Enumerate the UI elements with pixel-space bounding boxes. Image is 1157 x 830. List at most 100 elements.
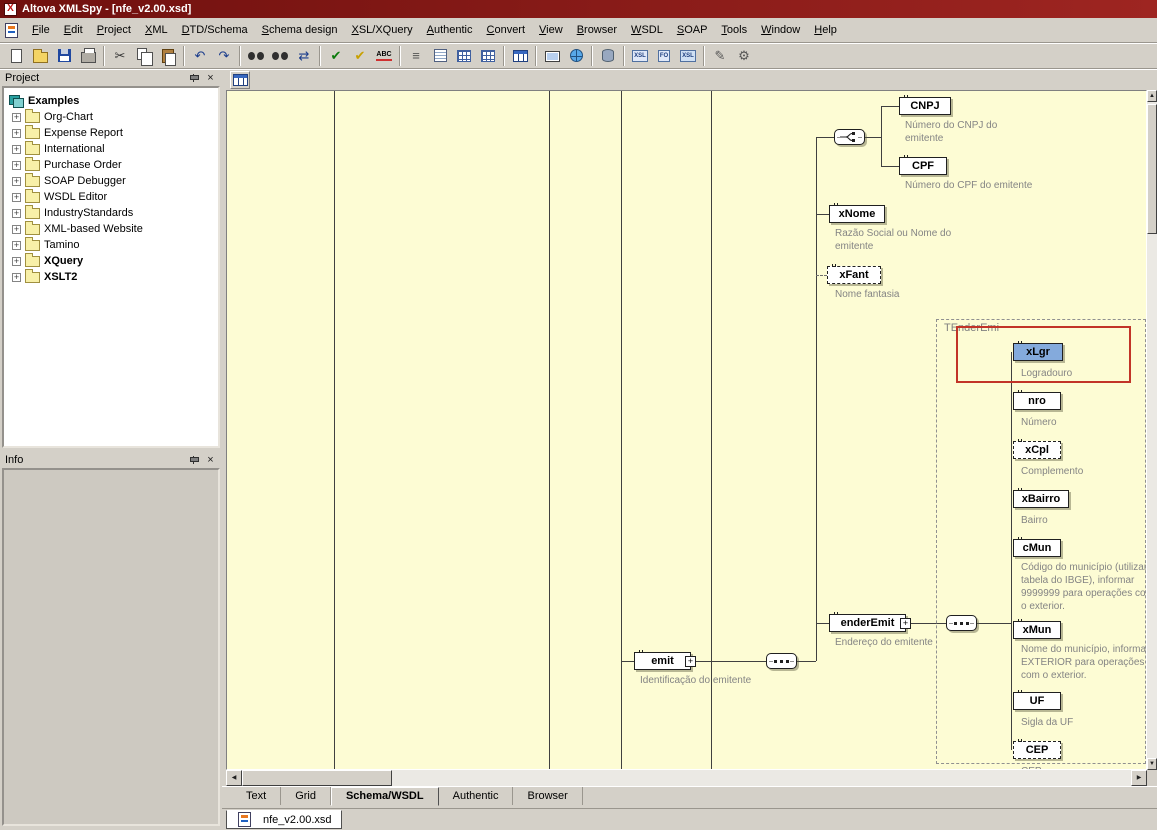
pin-icon[interactable] — [187, 454, 200, 467]
validate-icon[interactable]: ✔ — [348, 45, 372, 67]
tree-item-international[interactable]: +International — [4, 141, 218, 157]
sequence-compositor-icon[interactable] — [766, 653, 797, 669]
horizontal-scrollbar[interactable]: ◀ ▶ — [226, 770, 1147, 786]
view-tab-text[interactable]: Text — [232, 787, 281, 805]
cut-icon[interactable]: ✂ — [108, 45, 132, 67]
menu-window[interactable]: Window — [754, 21, 807, 39]
menu-help[interactable]: Help — [807, 21, 844, 39]
schema-element-xfant[interactable]: xFant — [827, 266, 881, 284]
menu-edit[interactable]: Edit — [57, 21, 90, 39]
open-file-icon[interactable] — [28, 45, 52, 67]
menu-convert[interactable]: Convert — [480, 21, 533, 39]
expand-plus-icon[interactable]: + — [12, 177, 21, 186]
schema-element-cnpj[interactable]: CNPJ — [899, 97, 951, 115]
authentic-view-icon[interactable] — [540, 45, 564, 67]
redo-icon[interactable]: ↷ — [212, 45, 236, 67]
menu-browser[interactable]: Browser — [570, 21, 624, 39]
menu-file[interactable]: File — [25, 21, 57, 39]
print-icon[interactable] — [76, 45, 100, 67]
expand-plus-icon[interactable]: + — [12, 145, 21, 154]
paste-icon[interactable] — [156, 45, 180, 67]
expand-plus-icon[interactable]: + — [12, 209, 21, 218]
choice-compositor-icon[interactable] — [834, 129, 865, 145]
tree-item-xquery[interactable]: +XQuery — [4, 253, 218, 269]
expand-plus-icon[interactable]: + — [12, 113, 21, 122]
menu-authentic[interactable]: Authentic — [420, 21, 480, 39]
schema-element-cmun[interactable]: cMun — [1013, 539, 1061, 557]
document-icon[interactable] — [5, 23, 18, 38]
assign-xsl-icon[interactable]: XSL — [676, 45, 700, 67]
tree-item-tamino[interactable]: +Tamino — [4, 237, 218, 253]
menu-xsl-xquery[interactable]: XSL/XQuery — [344, 21, 419, 39]
title-bar[interactable]: X Altova XMLSpy - [nfe_v2.00.xsd] — [0, 0, 1157, 18]
find-next-icon[interactable] — [268, 45, 292, 67]
expand-plus-icon[interactable]: + — [12, 161, 21, 170]
replace-icon[interactable]: ⇄ — [292, 45, 316, 67]
enhanced-grid-icon[interactable] — [476, 45, 500, 67]
document-tab-nfe-v2-00-xsd[interactable]: nfe_v2.00.xsd — [226, 810, 342, 829]
save-file-icon[interactable] — [52, 45, 76, 67]
menu-tools[interactable]: Tools — [714, 21, 754, 39]
close-icon[interactable]: × — [204, 72, 217, 85]
expand-plus-icon[interactable]: + — [12, 257, 21, 266]
schema-element-xcpl[interactable]: xCpl — [1013, 441, 1061, 459]
close-icon[interactable]: × — [204, 454, 217, 467]
spelling-icon[interactable]: ABC — [372, 45, 396, 67]
text-view-icon[interactable] — [428, 45, 452, 67]
expand-plus-icon[interactable]: + — [12, 129, 21, 138]
view-tab-schema-wsdl[interactable]: Schema/WSDL — [331, 787, 439, 806]
schema-element-uf[interactable]: UF — [1013, 692, 1061, 710]
menu-wsdl[interactable]: WSDL — [624, 21, 670, 39]
menu-view[interactable]: View — [532, 21, 570, 39]
schema-element-xmun[interactable]: xMun — [1013, 621, 1061, 639]
schema-element-cep[interactable]: CEP — [1013, 741, 1061, 759]
scrollbar-thumb[interactable] — [242, 770, 392, 786]
expand-plus-icon[interactable]: + — [12, 241, 21, 250]
sequence-compositor-icon[interactable] — [946, 615, 977, 631]
tree-item-org-chart[interactable]: +Org-Chart — [4, 109, 218, 125]
tree-item-xslt2[interactable]: +XSLT2 — [4, 269, 218, 285]
scroll-left-icon[interactable]: ◀ — [226, 770, 242, 786]
undo-icon[interactable]: ↶ — [188, 45, 212, 67]
tree-item-wsdl-editor[interactable]: +WSDL Editor — [4, 189, 218, 205]
menu-dtd-schema[interactable]: DTD/Schema — [175, 21, 255, 39]
menu-xml[interactable]: XML — [138, 21, 175, 39]
check-well-formed-icon[interactable]: ✔ — [324, 45, 348, 67]
view-tab-browser[interactable]: Browser — [513, 787, 582, 805]
schema-element-emit[interactable]: emit+ — [634, 652, 691, 670]
schema-diagram-canvas[interactable]: TEnderEmiCNPJNúmero do CNPJ do emitenteC… — [226, 90, 1147, 770]
schema-element-xnome[interactable]: xNome — [829, 205, 885, 223]
find-icon[interactable] — [244, 45, 268, 67]
browser-view-icon[interactable] — [564, 45, 588, 67]
vertical-scrollbar[interactable]: ▲ ▼ — [1147, 90, 1157, 770]
tree-item-expense-report[interactable]: +Expense Report — [4, 125, 218, 141]
new-document-icon[interactable] — [4, 45, 28, 67]
xsl-transform-icon[interactable]: XSL — [628, 45, 652, 67]
options-icon[interactable]: ⚙ — [732, 45, 756, 67]
pin-icon[interactable] — [187, 72, 200, 85]
scroll-right-icon[interactable]: ▶ — [1131, 770, 1147, 786]
expand-children-icon[interactable]: + — [685, 656, 696, 667]
tree-item-purchase-order[interactable]: +Purchase Order — [4, 157, 218, 173]
tree-item-xml-based-website[interactable]: +XML-based Website — [4, 221, 218, 237]
database-query-icon[interactable] — [596, 45, 620, 67]
menu-schema-design[interactable]: Schema design — [255, 21, 345, 39]
pretty-print-icon[interactable]: ≡ — [404, 45, 428, 67]
grid-view-icon[interactable] — [452, 45, 476, 67]
scrollbar-thumb[interactable] — [1147, 104, 1157, 234]
element-properties-icon[interactable]: ✎ — [708, 45, 732, 67]
scroll-up-icon[interactable]: ▲ — [1147, 90, 1157, 102]
view-tab-authentic[interactable]: Authentic — [439, 787, 514, 805]
schema-element-xbairro[interactable]: xBairro — [1013, 490, 1069, 508]
schema-element-cpf[interactable]: CPF — [899, 157, 947, 175]
expand-children-icon[interactable]: + — [900, 618, 911, 629]
schema-design-view-icon[interactable] — [508, 45, 532, 67]
schema-element-enderemit[interactable]: enderEmit+ — [829, 614, 906, 632]
scroll-down-icon[interactable]: ▼ — [1147, 758, 1157, 770]
schema-display-configuration-icon[interactable] — [230, 71, 250, 89]
tree-root-examples[interactable]: Examples — [4, 93, 218, 109]
xsl-fo-transform-icon[interactable]: FO — [652, 45, 676, 67]
menu-soap[interactable]: SOAP — [670, 21, 715, 39]
schema-element-nro[interactable]: nro — [1013, 392, 1061, 410]
tree-item-industrystandards[interactable]: +IndustryStandards — [4, 205, 218, 221]
